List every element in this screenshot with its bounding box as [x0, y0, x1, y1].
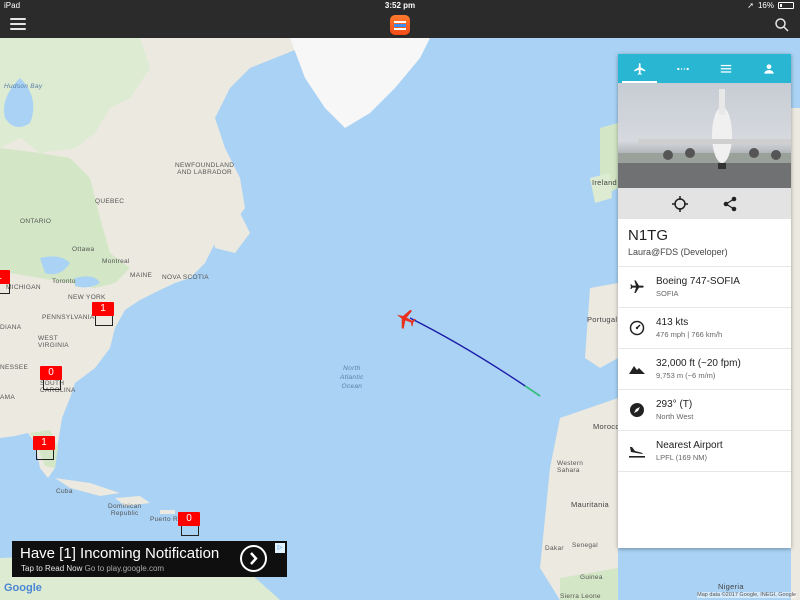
nearest-airport: Nearest Airport	[656, 440, 723, 451]
map-label-nessee: NESSEE	[0, 364, 29, 371]
ad-subtitle: Tap to Read Now Go to play.google.com	[21, 564, 164, 573]
map-label-sierra-leone: Sierra Leone	[560, 593, 601, 600]
map-label-ottawa: Ottawa	[72, 246, 95, 253]
row-altitude[interactable]: 32,000 ft (~20 fpm) 9,753 m (~6 m/m)	[618, 349, 791, 390]
map-label-new-york: NEW YORK	[68, 294, 106, 301]
map-label-mauritania: Mauritania	[571, 500, 610, 509]
map-label-nigeria: Nigeria	[718, 582, 744, 591]
map-label-diana: DIANA	[0, 324, 22, 331]
person-icon	[764, 63, 775, 74]
hamburger-icon[interactable]	[10, 18, 26, 32]
map-label-dominican-republic: Dominican Republic	[108, 503, 142, 517]
tab-person[interactable]	[748, 54, 791, 83]
flight-track	[409, 317, 541, 397]
map-label-senegal: Senegal	[572, 542, 598, 549]
callsign-header: N1TG Laura@FDS (Developer)	[618, 219, 791, 267]
map-label-ama: AMA	[0, 394, 15, 401]
location-icon: ➚	[747, 1, 754, 10]
aircraft-type: Boeing 747-SOFIA	[656, 276, 740, 287]
map-label-guinea: Guinea	[580, 574, 603, 581]
adchoices-icon[interactable]: ▷	[275, 543, 285, 553]
share-icon[interactable]	[722, 196, 738, 212]
map-label-quebec: QUEBEC	[95, 198, 125, 205]
panel-actions	[618, 188, 791, 219]
map-label-pennsylvania: PENNSYLVANIA	[42, 314, 95, 321]
ios-status-bar: iPad 3:52 pm ➚ 16%	[0, 0, 800, 12]
row-nearest-airport[interactable]: Nearest Airport LPFL (169 NM)	[618, 431, 791, 472]
map-label-toronto: Toronto	[52, 278, 76, 285]
map-label-cuba: Cuba	[56, 488, 73, 495]
cluster-flag[interactable]: 1	[33, 436, 55, 450]
row-speed[interactable]: 413 kts 476 mph | 766 km/h	[618, 308, 791, 349]
compass-icon	[628, 401, 646, 419]
ground-speed: 413 kts	[656, 317, 689, 328]
tab-aircraft[interactable]	[618, 54, 661, 83]
ad-banner[interactable]: Have [1] Incoming Notification Tap to Re…	[12, 541, 287, 577]
altitude: 32,000 ft (~20 fpm)	[656, 358, 741, 369]
speedometer-icon	[628, 319, 646, 337]
list-icon	[720, 64, 732, 73]
heading: 293° (T)	[656, 399, 693, 410]
landing-icon	[628, 442, 646, 460]
crosshair-icon[interactable]	[671, 195, 688, 212]
map-label-western-sahara: Western Sahara	[557, 460, 584, 474]
cluster-flag[interactable]: 0	[40, 366, 62, 380]
map-label-hudson-bay: Hudson Bay	[4, 83, 43, 90]
tab-route[interactable]	[661, 54, 704, 83]
ad-title: Have [1] Incoming Notification	[20, 545, 220, 562]
route-icon	[677, 67, 689, 70]
map-label-nova-scotia: NOVA SCOTIA	[162, 274, 209, 281]
map-label-dakar: Dakar	[545, 545, 564, 552]
flightradar-app-icon[interactable]	[390, 15, 410, 35]
chevron-right-icon[interactable]	[240, 545, 267, 572]
app-navbar	[0, 12, 800, 38]
ad-source: Go to play.google.com	[84, 564, 165, 573]
airplane-icon	[628, 278, 646, 296]
map-label-ireland: Ireland	[592, 178, 618, 187]
airplane-icon	[633, 62, 645, 75]
ad-cta: Tap to Read Now	[21, 564, 83, 573]
map-label-west-virginia: WEST VIRGINIA	[38, 335, 69, 349]
nearest-airport-sub: LPFL (169 NM)	[656, 453, 707, 462]
map-label-newfoundland: NEWFOUNDLAND AND LABRADOR	[175, 162, 235, 176]
cluster-flag[interactable]: 1	[0, 270, 10, 284]
map-attribution: Map data ©2017 Google, INEGI, Google	[697, 592, 796, 598]
battery-icon	[778, 2, 794, 9]
row-heading[interactable]: 293° (T) North West	[618, 390, 791, 431]
owner-label: Laura@FDS (Developer)	[628, 247, 728, 257]
altitude-sub: 9,753 m (~6 m/m)	[656, 371, 716, 380]
aircraft-photo[interactable]	[618, 83, 791, 188]
map-label-montreal: Montreal	[102, 258, 130, 265]
google-logo: Google	[4, 582, 42, 594]
cluster-flag[interactable]: 0	[178, 512, 200, 526]
flight-detail-panel: N1TG Laura@FDS (Developer) Boeing 747-SO…	[618, 54, 791, 548]
aircraft-type-sub: SOFIA	[656, 289, 679, 298]
tab-list[interactable]	[705, 54, 748, 83]
callsign: N1TG	[628, 227, 669, 244]
panel-tabs	[618, 54, 791, 83]
row-aircraft-type[interactable]: Boeing 747-SOFIA SOFIA	[618, 267, 791, 308]
map-label-north-atlantic: North Atlantic Ocean	[340, 365, 364, 390]
map-label-ontario: ONTARIO	[20, 218, 52, 225]
clock: 3:52 pm	[384, 1, 416, 10]
aircraft-marker[interactable]	[395, 309, 417, 329]
mountain-icon	[628, 360, 646, 378]
map-label-michigan: MICHIGAN	[6, 284, 41, 291]
battery-percent: 16%	[757, 1, 774, 10]
status-right: ➚ 16%	[747, 1, 794, 10]
map-label-portugal: Portugal	[587, 315, 618, 324]
heading-sub: North West	[656, 412, 694, 421]
ground-speed-sub: 476 mph | 766 km/h	[656, 330, 723, 339]
map-label-maine: MAINE	[130, 272, 153, 279]
cluster-flag[interactable]: 1	[92, 302, 114, 316]
search-icon[interactable]	[774, 17, 790, 33]
